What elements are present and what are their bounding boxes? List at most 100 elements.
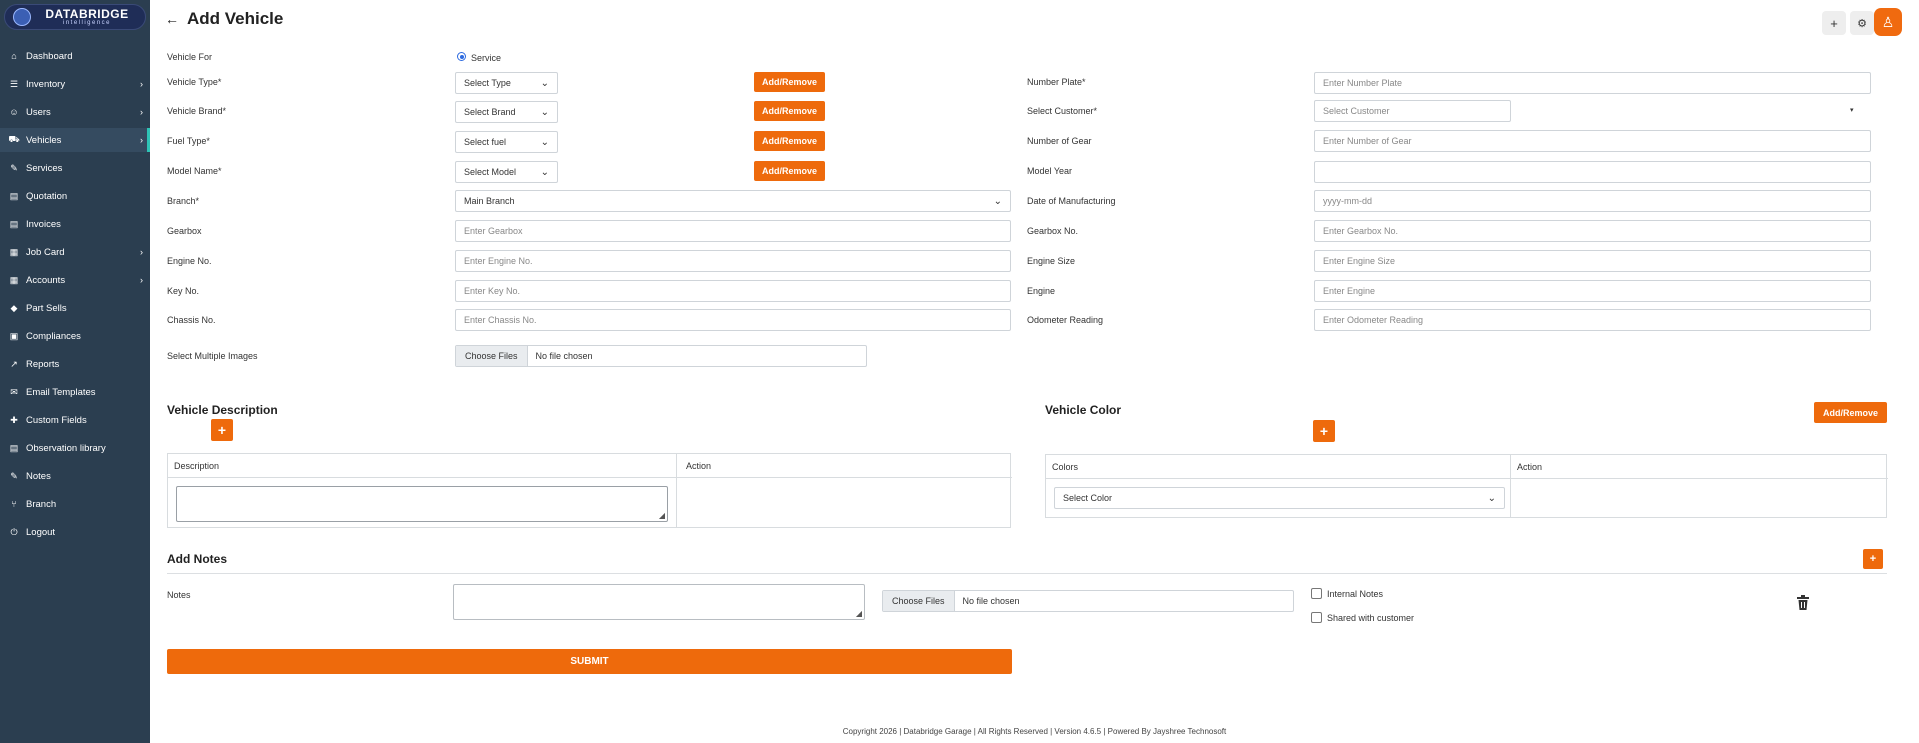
add-color-button[interactable]: + — [1313, 420, 1335, 442]
resize-handle-icon[interactable]: ◢ — [856, 609, 862, 618]
gearbox-no-input[interactable]: Enter Gearbox No. — [1314, 220, 1871, 242]
brand-tagline: intelligence — [62, 19, 112, 26]
model-year-input[interactable] — [1314, 161, 1871, 183]
colors-column-header: Colors — [1052, 461, 1079, 472]
vehicle-brand-select[interactable]: Select Brand ⌄ — [455, 101, 558, 123]
color-add-remove-button[interactable]: Add/Remove — [1814, 402, 1887, 423]
add-description-button[interactable]: + — [211, 419, 233, 441]
number-plate-input[interactable]: Enter Number Plate — [1314, 72, 1871, 94]
sidebar-item-label: Job Card — [26, 246, 65, 258]
color-action-column-header: Action — [1517, 462, 1543, 472]
color-select[interactable]: Select Color ⌄ — [1054, 487, 1505, 509]
sidebar-item-observation-library[interactable]: ▤ Observation library — [0, 436, 150, 460]
notes-textarea[interactable]: ◢ — [453, 584, 865, 620]
plus-icon: + — [1319, 423, 1329, 439]
sidebar-item-accounts[interactable]: ▦ Accounts › — [0, 268, 150, 292]
notes-choose-files-button[interactable]: Choose Files — [883, 591, 955, 611]
sidebar-item-invoices[interactable]: ▤ Invoices — [0, 212, 150, 236]
settings-button[interactable]: ⚙ — [1850, 11, 1874, 35]
vehicle-brand-add-remove-button[interactable]: Add/Remove — [754, 101, 825, 121]
chevron-down-icon: ⌄ — [540, 167, 549, 178]
service-radio[interactable] — [457, 52, 466, 61]
description-textarea[interactable]: ◢ — [176, 486, 668, 522]
user-icon: ☺ — [9, 107, 19, 117]
user-avatar-icon: ♙ — [1881, 13, 1895, 30]
vehicle-brand-label: Vehicle Brand* — [167, 106, 227, 116]
back-arrow-icon[interactable]: ← — [165, 11, 179, 27]
invoice-icon: ▤ — [9, 218, 19, 229]
gearbox-input[interactable]: Enter Gearbox — [455, 220, 1011, 242]
customer-search-input[interactable]: Select Customer — [1314, 100, 1511, 122]
vehicle-type-select[interactable]: Select Type ⌄ — [455, 72, 558, 94]
sidebar-item-label: Services — [26, 162, 63, 174]
fuel-type-add-remove-button[interactable]: Add/Remove — [754, 131, 825, 151]
tag-icon: ◆ — [10, 302, 18, 313]
chassis-no-input[interactable]: Enter Chassis No. — [455, 309, 1011, 331]
model-name-add-remove-button[interactable]: Add/Remove — [754, 161, 825, 181]
sidebar-item-vehicles[interactable]: ⛟ Vehicles › — [0, 128, 150, 152]
vehicle-type-label: Vehicle Type* — [167, 77, 222, 87]
sidebar-item-services[interactable]: ✎ Services — [0, 156, 150, 180]
customer-dropdown-caret-icon[interactable]: ▾ — [1850, 106, 1854, 114]
odometer-input[interactable]: Enter Odometer Reading — [1314, 309, 1871, 331]
sidebar-item-users[interactable]: ☺ Users › — [0, 100, 150, 124]
chevron-down-icon: ⌄ — [540, 78, 549, 89]
engine-size-input[interactable]: Enter Engine Size — [1314, 250, 1871, 272]
images-file-input[interactable]: Choose Files No file chosen — [455, 345, 867, 367]
fuel-type-select[interactable]: Select fuel ⌄ — [455, 131, 558, 153]
sidebar-item-inventory[interactable]: ☰ Inventory › — [0, 72, 150, 96]
key-no-label: Key No. — [167, 286, 200, 296]
sidebar-item-branch[interactable]: ⑂ Branch — [0, 492, 150, 516]
chevron-down-icon: ⌄ — [540, 137, 549, 148]
brand-logo[interactable]: DATABRIDGE intelligence — [4, 4, 146, 30]
email-icon: ✉ — [10, 386, 18, 397]
internal-notes-label: Internal Notes — [1327, 589, 1384, 599]
vehicle-for-label: Vehicle For — [167, 52, 213, 62]
add-note-button[interactable]: + — [1863, 549, 1883, 569]
engine-input[interactable]: Enter Engine — [1314, 280, 1871, 302]
trash-icon[interactable] — [1796, 595, 1810, 611]
sidebar-item-compliances[interactable]: ▣ Compliances — [0, 324, 150, 348]
sidebar-item-label: Users — [26, 106, 51, 118]
document-icon: ▤ — [9, 190, 19, 201]
vehicle-description-title: Vehicle Description — [167, 403, 278, 417]
quick-add-button[interactable]: + — [1822, 11, 1846, 35]
sidebar-item-quotation[interactable]: ▤ Quotation — [0, 184, 150, 208]
sidebar-item-label: Email Templates — [26, 386, 96, 398]
sidebar-item-email-templates[interactable]: ✉ Email Templates — [0, 380, 150, 404]
accounts-icon: ▦ — [9, 274, 19, 285]
gearbox-label: Gearbox — [167, 226, 202, 236]
branch-label: Branch* — [167, 196, 200, 206]
model-name-select[interactable]: Select Model ⌄ — [455, 161, 558, 183]
sidebar-item-label: Invoices — [26, 218, 61, 230]
sidebar-item-logout[interactable]: ⏻ Logout — [0, 520, 150, 544]
engine-no-input[interactable]: Enter Engine No. — [455, 250, 1011, 272]
user-avatar[interactable]: ♙ — [1874, 8, 1902, 36]
branch-select[interactable]: Main Branch ⌄ — [455, 190, 1011, 212]
gearbox-no-label: Gearbox No. — [1027, 226, 1079, 236]
internal-notes-checkbox[interactable] — [1311, 588, 1322, 599]
notes-file-input[interactable]: Choose Files No file chosen — [882, 590, 1294, 612]
number-of-gear-input[interactable]: Enter Number of Gear — [1314, 130, 1871, 152]
sidebar-item-custom-fields[interactable]: ✚ Custom Fields — [0, 408, 150, 432]
sidebar-item-dashboard[interactable]: ⌂ Dashboard — [0, 44, 150, 68]
service-radio-label: Service — [471, 53, 502, 63]
resize-handle-icon[interactable]: ◢ — [659, 511, 665, 520]
sidebar-item-notes[interactable]: ✎ Notes — [0, 464, 150, 488]
submit-button[interactable]: SUBMIT — [167, 649, 1012, 674]
manufacturing-date-input[interactable]: yyyy-mm-dd — [1314, 190, 1871, 212]
key-no-input[interactable]: Enter Key No. — [455, 280, 1011, 302]
shared-with-customer-checkbox[interactable] — [1311, 612, 1322, 623]
description-column-header: Description — [174, 460, 220, 471]
chevron-down-icon: ⌄ — [540, 107, 549, 118]
vehicle-type-add-remove-button[interactable]: Add/Remove — [754, 72, 825, 92]
sidebar-item-job-card[interactable]: ▦ Job Card › — [0, 240, 150, 264]
manufacturing-date-label: Date of Manufacturing — [1027, 196, 1116, 206]
number-plate-label: Number Plate* — [1027, 77, 1086, 87]
engine-size-label: Engine Size — [1027, 256, 1076, 266]
choose-files-button[interactable]: Choose Files — [456, 346, 528, 366]
sidebar-item-reports[interactable]: ↗ Reports — [0, 352, 150, 376]
chart-icon: ↗ — [10, 358, 18, 369]
sidebar-item-part-sells[interactable]: ◆ Part Sells — [0, 296, 150, 320]
vehicle-color-title: Vehicle Color — [1045, 403, 1122, 417]
